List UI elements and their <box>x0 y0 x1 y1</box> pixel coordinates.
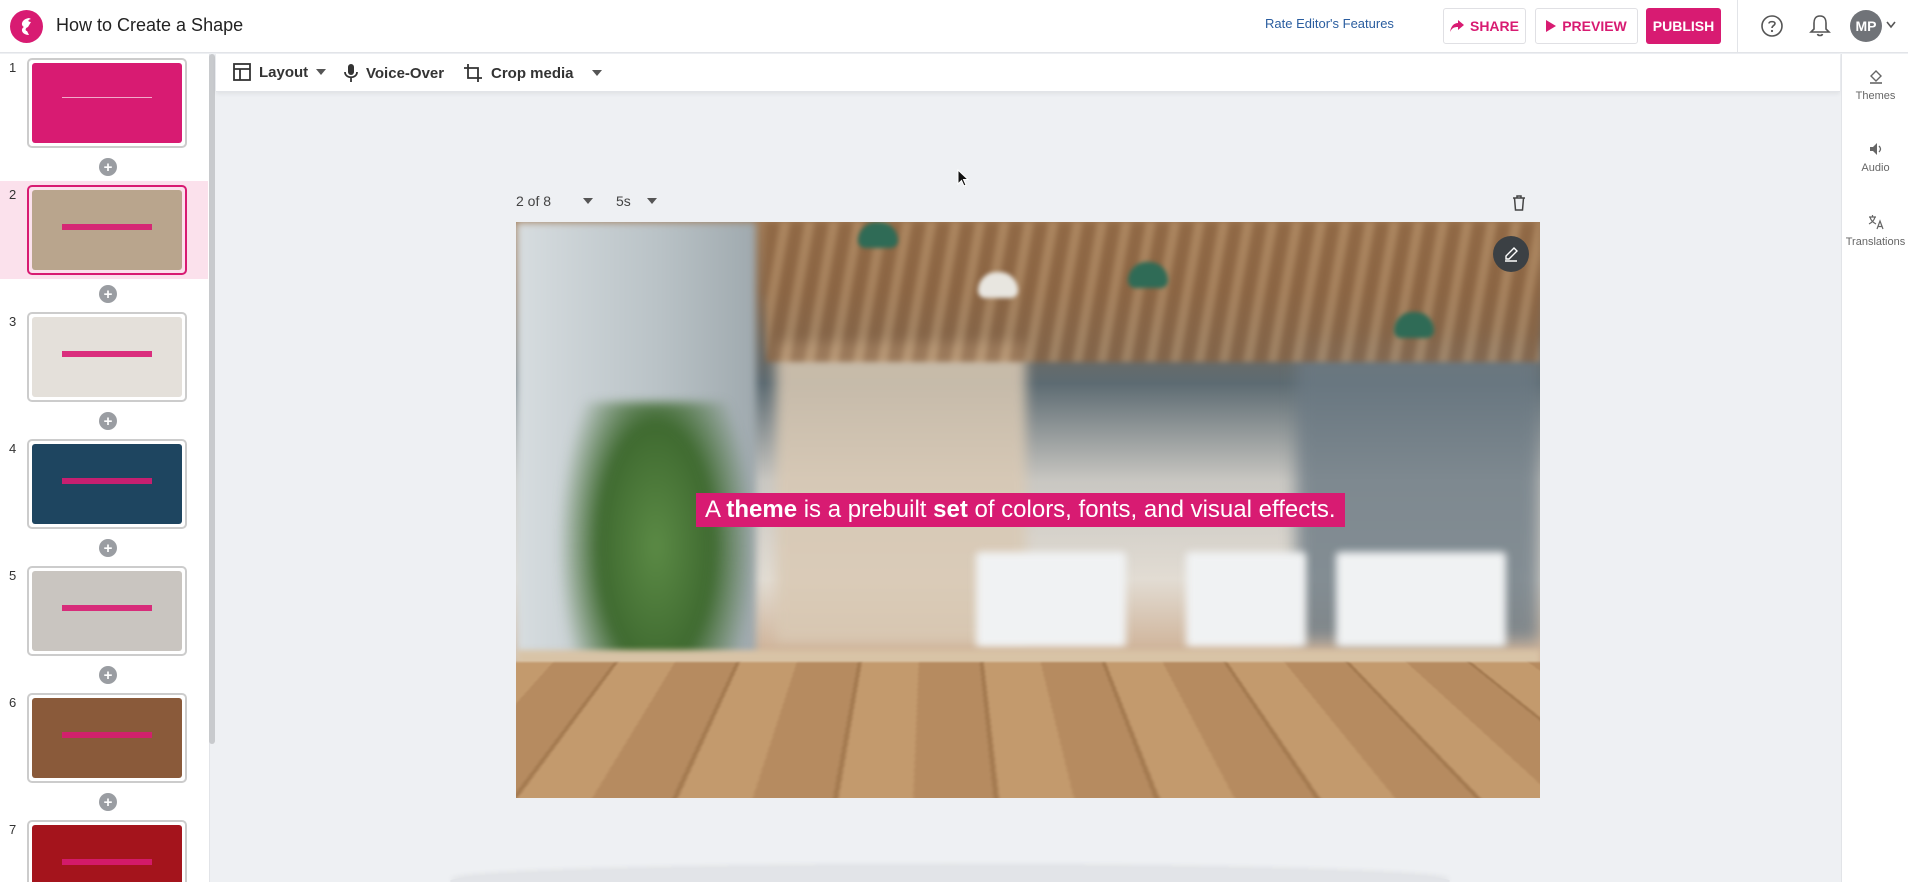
voice-over-label: Voice-Over <box>366 65 444 82</box>
publish-button[interactable]: PUBLISH <box>1646 8 1721 44</box>
caption-text: of colors, fonts, and visual effects. <box>968 496 1336 523</box>
app-logo-icon[interactable] <box>10 10 43 43</box>
thumbnail-caption-bar <box>62 732 152 738</box>
slide-number: 5 <box>9 568 16 583</box>
slide-thumbnail[interactable] <box>27 439 187 529</box>
right-side-panel: Themes Audio Translations <box>1841 54 1908 882</box>
document-title[interactable]: How to Create a Shape <box>56 15 243 36</box>
filmstrip-slide[interactable]: 6 <box>0 689 208 787</box>
slide-number: 2 <box>9 187 16 202</box>
avatar[interactable]: MP <box>1850 10 1882 42</box>
voice-over-button[interactable]: Voice-Over <box>344 63 444 83</box>
crop-media-label: Crop media <box>491 65 574 82</box>
filmstrip-slide[interactable]: 2 <box>0 181 208 279</box>
share-button[interactable]: SHARE <box>1443 8 1526 44</box>
add-slide-button[interactable]: + <box>99 285 117 303</box>
thumbnail-caption-bar <box>62 859 152 865</box>
preview-label: PREVIEW <box>1562 18 1627 34</box>
thumbnail-image <box>32 825 182 882</box>
caret-down-icon <box>647 198 657 204</box>
audio-tab[interactable]: Audio <box>1842 142 1908 174</box>
mouse-cursor-icon <box>957 169 969 187</box>
thumbnail-image <box>32 444 182 524</box>
slide-canvas[interactable]: A theme is a prebuilt set of colors, fon… <box>516 222 1540 798</box>
preview-button[interactable]: PREVIEW <box>1535 8 1638 44</box>
caption-text: A <box>705 496 726 523</box>
slide-number: 4 <box>9 441 16 456</box>
crop-icon <box>463 63 483 83</box>
themes-label: Themes <box>1856 90 1896 102</box>
slide-number: 3 <box>9 314 16 329</box>
layout-button[interactable]: Layout <box>233 63 326 81</box>
edit-media-button[interactable] <box>1493 236 1529 272</box>
filmstrip-slide[interactable]: 3 <box>0 308 208 406</box>
thumbnail-caption-bar <box>62 224 152 230</box>
caption-text: is a prebuilt <box>797 496 933 523</box>
filmstrip-slide[interactable]: 4 <box>0 435 208 533</box>
translations-label: Translations <box>1846 236 1906 248</box>
caret-down-icon <box>583 198 593 204</box>
filmstrip-slide[interactable]: 1 <box>0 54 208 152</box>
slide-duration-select[interactable]: 5s <box>616 193 657 209</box>
editor-toolbar: Layout Voice-Over Crop media <box>216 54 1840 92</box>
caret-down-icon <box>592 70 602 76</box>
thumbnail-caption-bar <box>62 605 152 611</box>
slide-thumbnail[interactable] <box>27 820 187 882</box>
slide-duration: 5s <box>616 193 631 209</box>
speaker-icon <box>1869 142 1883 156</box>
chevron-down-icon[interactable] <box>1886 21 1896 29</box>
layout-icon <box>233 63 251 81</box>
share-label: SHARE <box>1470 18 1519 34</box>
top-bar: How to Create a Shape Rate Editor's Feat… <box>0 0 1908 53</box>
caption-bold-text: theme <box>726 496 797 523</box>
topbar-divider <box>1737 0 1738 53</box>
thumbnail-image <box>32 190 182 270</box>
rate-features-link[interactable]: Rate Editor's Features <box>1265 16 1394 31</box>
crop-media-button[interactable]: Crop media <box>463 63 602 83</box>
audio-label: Audio <box>1861 162 1889 174</box>
add-slide-button[interactable]: + <box>99 666 117 684</box>
thumbnail-image <box>32 317 182 397</box>
slide-number: 6 <box>9 695 16 710</box>
layout-label: Layout <box>259 64 308 81</box>
thumbnail-image <box>32 571 182 651</box>
add-slide-button[interactable]: + <box>99 412 117 430</box>
pencil-icon <box>1503 246 1519 262</box>
share-arrow-icon <box>1450 20 1464 32</box>
filmstrip-slide[interactable]: 7 <box>0 816 208 882</box>
delete-slide-trash-icon[interactable] <box>1512 195 1526 211</box>
notifications-bell-icon[interactable] <box>1808 13 1832 39</box>
slide-position: 2 of 8 <box>516 193 551 209</box>
slide-thumbnail[interactable] <box>27 185 187 275</box>
slide-caption-text[interactable]: A theme is a prebuilt set of colors, fon… <box>696 493 1345 527</box>
slide-filmstrip: 1 +2 +3 +4 +5 +6 +7 <box>0 54 210 882</box>
thumbnail-caption-bar <box>62 478 152 484</box>
slide-number: 1 <box>9 60 16 75</box>
slide-position-select[interactable]: 2 of 8 <box>516 193 593 209</box>
themes-tab[interactable]: Themes <box>1842 70 1908 102</box>
slide-thumbnail[interactable] <box>27 693 187 783</box>
thumbnail-image <box>32 63 182 143</box>
translations-tab[interactable]: Translations <box>1842 214 1908 248</box>
caption-bold-text: set <box>933 496 968 523</box>
thumbnail-caption-bar <box>62 351 152 357</box>
slide-thumbnail[interactable] <box>27 58 187 148</box>
caret-down-icon <box>316 69 326 75</box>
filmstrip-slide[interactable]: 5 <box>0 562 208 660</box>
microphone-icon <box>344 63 358 83</box>
add-slide-button[interactable]: + <box>99 539 117 557</box>
add-slide-button[interactable]: + <box>99 158 117 176</box>
slide-thumbnail[interactable] <box>27 312 187 402</box>
next-slide-preview-edge <box>450 866 1450 882</box>
slide-number: 7 <box>9 822 16 837</box>
thumbnail-image <box>32 698 182 778</box>
translate-icon <box>1868 214 1884 230</box>
help-icon[interactable] <box>1760 14 1784 38</box>
slide-thumbnail[interactable] <box>27 566 187 656</box>
filmstrip-scrollbar[interactable] <box>209 54 215 744</box>
play-icon <box>1546 20 1556 32</box>
add-slide-button[interactable]: + <box>99 793 117 811</box>
paint-bucket-icon <box>1869 70 1883 84</box>
thumbnail-caption-bar <box>62 97 152 99</box>
